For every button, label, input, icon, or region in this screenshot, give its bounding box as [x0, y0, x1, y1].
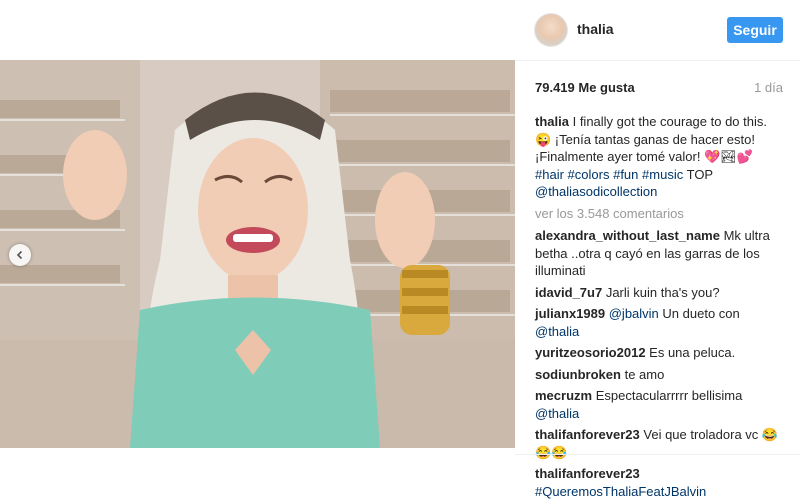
comment-username[interactable]: julianx1989 [535, 306, 605, 321]
comment-username[interactable]: mecruzm [535, 388, 592, 403]
chevron-left-icon [16, 250, 23, 260]
comment: sodiunbroken te amo [535, 366, 785, 384]
comment: julianx1989 @jbalvin Un dueto con @thali… [535, 305, 785, 340]
caption-username[interactable]: thalia [535, 114, 569, 129]
carousel-prev-button[interactable] [9, 244, 31, 266]
comment-text: Un dueto con [662, 306, 740, 321]
post-time[interactable]: 1 día [754, 80, 783, 95]
comment-mention[interactable]: @jbalvin [609, 306, 659, 321]
comment-username[interactable]: yuritzeosorio2012 [535, 345, 646, 360]
follow-button[interactable]: Seguir [727, 17, 783, 43]
comment-hashtag[interactable]: #QueremosThaliaFeatJBalvin [535, 484, 706, 499]
comment-username[interactable]: alexandra_without_last_name [535, 228, 720, 243]
photo-illustration [0, 60, 515, 448]
post-sidebar: thalia Seguir 79.419 Me gusta 1 día thal… [515, 0, 800, 499]
post-header: thalia Seguir [515, 0, 800, 61]
hashtag[interactable]: #colors [568, 167, 610, 182]
hashtag[interactable]: #music [642, 167, 683, 182]
post-username[interactable]: thalia [577, 21, 614, 37]
post-photo[interactable] [0, 60, 515, 448]
comment-username[interactable]: sodiunbroken [535, 367, 621, 382]
comment: mecruzm Espectacularrrrr bellisima @thal… [535, 387, 785, 422]
comment: alexandra_without_last_name Mk ultra bet… [535, 227, 785, 280]
likes-count[interactable]: 79.419 Me gusta [535, 80, 635, 95]
comment-username[interactable]: thalifanforever23 [535, 427, 640, 442]
comment: idavid_7u7 Jarli kuin tha's you? [535, 284, 785, 302]
comment-text: Es una peluca. [649, 345, 736, 360]
comment: thalifanforever23 #QueremosThaliaFeatJBa… [535, 465, 785, 500]
caption-top: TOP [686, 166, 713, 182]
avatar[interactable] [534, 13, 568, 47]
view-more-comments-link[interactable]: ver los 3.548 comentarios [535, 205, 785, 223]
likes-row: 79.419 Me gusta 1 día [535, 80, 783, 95]
hashtag[interactable]: #hair [535, 167, 564, 182]
comment-text: Jarli kuin tha's you? [605, 284, 720, 300]
comment-text: Espectacularrrrr bellisima [595, 388, 743, 403]
comment-mention[interactable]: @thalia [535, 324, 579, 339]
comment: yuritzeosorio2012 Es una peluca. [535, 344, 785, 362]
divider [515, 454, 800, 469]
caption-text: I finally got the courage to do this. 😜 … [535, 114, 767, 164]
comment-mention[interactable]: @thalia [535, 406, 579, 421]
comments-section: thalia I finally got the courage to do t… [535, 113, 785, 504]
post-media [0, 0, 515, 469]
hashtag[interactable]: #fun [613, 167, 638, 182]
comment-username[interactable]: idavid_7u7 [535, 285, 602, 300]
caption: thalia I finally got the courage to do t… [535, 113, 785, 201]
caption-mention[interactable]: @thaliasodicollection [535, 184, 657, 199]
comment-text: te amo [624, 366, 665, 382]
